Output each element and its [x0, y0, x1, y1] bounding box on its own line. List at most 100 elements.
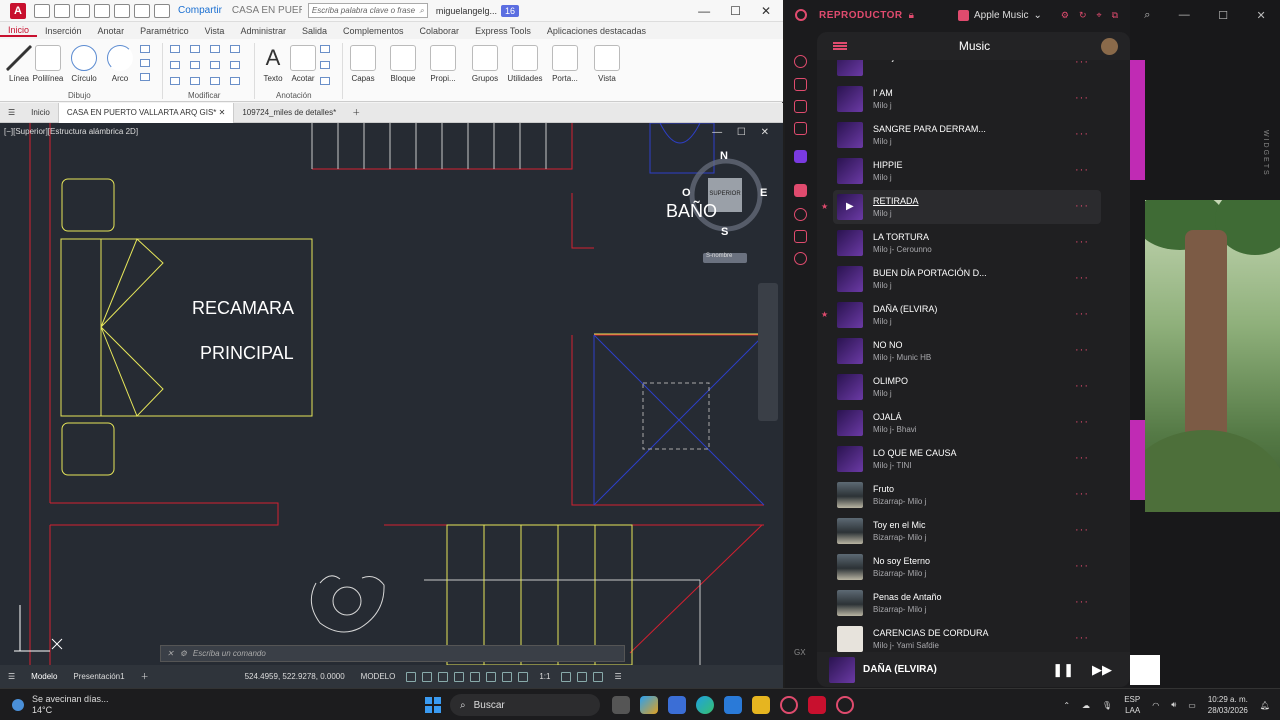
wifi-icon[interactable]: ◠ — [1152, 701, 1159, 710]
autocad-taskbar-icon[interactable] — [808, 696, 826, 714]
more-options-icon[interactable]: ··· — [1075, 344, 1089, 356]
panel-anotacion[interactable]: Anotación — [276, 91, 312, 100]
song-row[interactable]: OLIMPO Milo j ··· — [833, 370, 1101, 404]
tab-express-tools[interactable]: Express Tools — [467, 26, 539, 36]
erase-icon[interactable] — [230, 45, 240, 53]
viewport-controls[interactable]: — ☐ ✕ — [712, 127, 775, 138]
clipboard-tool[interactable]: Porta... — [546, 45, 584, 83]
album-artwork[interactable] — [837, 122, 863, 148]
annotation-scale[interactable]: 1:1 — [531, 672, 558, 681]
groups-tool[interactable]: Grupos — [466, 45, 504, 83]
rectangle-icon[interactable] — [140, 45, 150, 53]
command-line[interactable]: ✕ ⚙ Escriba un comando — [160, 645, 625, 662]
minimize-icon[interactable]: — — [1179, 9, 1190, 21]
help-search-input[interactable]: Escriba palabra clave o frase ⌕ — [307, 3, 428, 18]
more-options-icon[interactable]: ··· — [1075, 60, 1089, 68]
tab-administrar[interactable]: Administrar — [232, 26, 294, 36]
youtube-icon[interactable] — [794, 100, 807, 113]
redo-icon[interactable] — [154, 3, 170, 18]
song-row[interactable]: OJALÁ Milo j- Bhavi ··· — [833, 406, 1101, 440]
song-title[interactable]: NO NO — [873, 340, 903, 350]
file-explorer-icon[interactable] — [752, 696, 770, 714]
album-artwork[interactable] — [837, 482, 863, 508]
command-input[interactable]: Escriba un comando — [193, 649, 266, 658]
copy-icon[interactable] — [170, 61, 180, 69]
more-options-icon[interactable]: ··· — [1075, 128, 1089, 140]
more-options-icon[interactable]: ··· — [1075, 236, 1089, 248]
album-artwork[interactable] — [837, 518, 863, 544]
file-tab-inicio[interactable]: Inicio — [23, 103, 58, 123]
now-playing-title[interactable]: DAÑA (ELVIRA) — [863, 664, 937, 675]
tab-aplicaciones[interactable]: Aplicaciones destacadas — [539, 26, 654, 36]
now-playing-artwork[interactable] — [829, 656, 855, 683]
song-title[interactable]: SANGRE PARA DERRAM... — [873, 124, 986, 134]
more-options-icon[interactable]: ··· — [1075, 560, 1089, 572]
more-options-icon[interactable]: ··· — [1075, 92, 1089, 104]
mirror-icon[interactable] — [190, 61, 200, 69]
dimension-tool[interactable]: Acotar — [284, 45, 322, 83]
close-tab-icon[interactable]: ✕ — [219, 108, 226, 117]
more-options-icon[interactable]: ··· — [1075, 452, 1089, 464]
app-icon[interactable] — [668, 696, 686, 714]
tab-parametrico[interactable]: Paramétrico — [132, 26, 197, 36]
autocad-logo[interactable]: A — [10, 2, 26, 19]
file-tab-detalles[interactable]: 109724_miles de detalles* — [234, 103, 344, 123]
next-icon[interactable]: ▶▶ — [1092, 662, 1112, 678]
lineweight-icon[interactable] — [502, 671, 513, 682]
copilot-icon[interactable] — [640, 696, 658, 714]
taskbar-search[interactable]: ⌕ Buscar — [450, 694, 600, 716]
fullscreen-icon[interactable] — [593, 671, 604, 682]
panel-dibujo[interactable]: Dibujo — [68, 91, 91, 100]
history-icon[interactable] — [794, 208, 807, 221]
song-row[interactable]: Fruto Bizarrap- Milo j ··· — [833, 478, 1101, 512]
album-artwork[interactable] — [837, 86, 863, 112]
song-title[interactable]: Milo j — [873, 60, 894, 62]
minimize-icon[interactable]: — — [698, 4, 710, 18]
task-view-icon[interactable] — [612, 696, 630, 714]
trim-icon[interactable] — [210, 45, 220, 53]
compass-north[interactable]: N — [720, 150, 728, 162]
panel-modificar[interactable]: Modificar — [188, 91, 220, 100]
compass-east[interactable]: E — [760, 187, 767, 199]
side-thumbnail[interactable] — [1130, 655, 1160, 685]
spotify-icon[interactable] — [794, 78, 807, 91]
tab-insercion[interactable]: Inserción — [37, 26, 90, 36]
song-title[interactable]: RETIRADA — [873, 196, 919, 206]
album-artwork[interactable] — [837, 590, 863, 616]
array-icon[interactable] — [210, 77, 220, 85]
album-artwork[interactable] — [837, 446, 863, 472]
song-title[interactable]: Penas de Antaño — [873, 592, 942, 602]
song-row[interactable]: CARENCIAS DE CORDURA Milo j- Yami Safdie ·… — [833, 622, 1101, 652]
album-artwork[interactable] — [837, 60, 863, 76]
song-title[interactable]: LA TORTURA — [873, 232, 929, 242]
maximize-icon[interactable]: ☐ — [730, 4, 741, 18]
more-options-icon[interactable]: ··· — [1075, 596, 1089, 608]
tab-anotar[interactable]: Anotar — [90, 26, 133, 36]
game-scene[interactable] — [1145, 200, 1280, 512]
ucs-menu[interactable]: S-nombre — [703, 253, 747, 263]
volume-icon[interactable]: 🔊︎ — [1171, 700, 1176, 710]
song-row[interactable]: BUEN DÍA PORTACIÓN D... Milo j ··· — [833, 262, 1101, 296]
song-row[interactable]: ▶ RETIRADA Milo j ··· ★ — [821, 190, 1101, 224]
song-row[interactable]: Penas de Antaño Bizarrap- Milo j ··· — [833, 586, 1101, 620]
markup-icon[interactable] — [320, 77, 330, 85]
song-row[interactable]: No soy Eterno Bizarrap- Milo j ··· — [833, 550, 1101, 584]
album-artwork[interactable] — [837, 554, 863, 580]
osnap-icon[interactable] — [470, 671, 481, 682]
mode-toggle[interactable]: MODELO — [353, 672, 404, 681]
new-file-icon[interactable] — [34, 3, 50, 18]
song-title[interactable]: OLIMPO — [873, 376, 908, 386]
tab-complementos[interactable]: Complementos — [335, 26, 412, 36]
circle-tool[interactable]: Círculo — [65, 45, 103, 83]
more-options-icon[interactable]: ··· — [1075, 272, 1089, 284]
play-icon[interactable]: ▶ — [846, 201, 854, 212]
song-row[interactable]: NO NO Milo j- Munic HB ··· — [833, 334, 1101, 368]
pin-icon[interactable]: ⌖ — [1096, 10, 1101, 21]
song-title[interactable]: HIPPIE — [873, 160, 903, 170]
song-row[interactable]: LO QUE ME CAUSA Milo j- TINI ··· — [833, 442, 1101, 476]
twitch-icon[interactable] — [794, 150, 807, 163]
album-artwork[interactable] — [837, 158, 863, 184]
favorite-icon[interactable]: ★ — [821, 310, 828, 319]
layers-tool[interactable]: Capas — [344, 45, 382, 83]
widgets-label[interactable]: WIDGETS — [1262, 130, 1269, 177]
